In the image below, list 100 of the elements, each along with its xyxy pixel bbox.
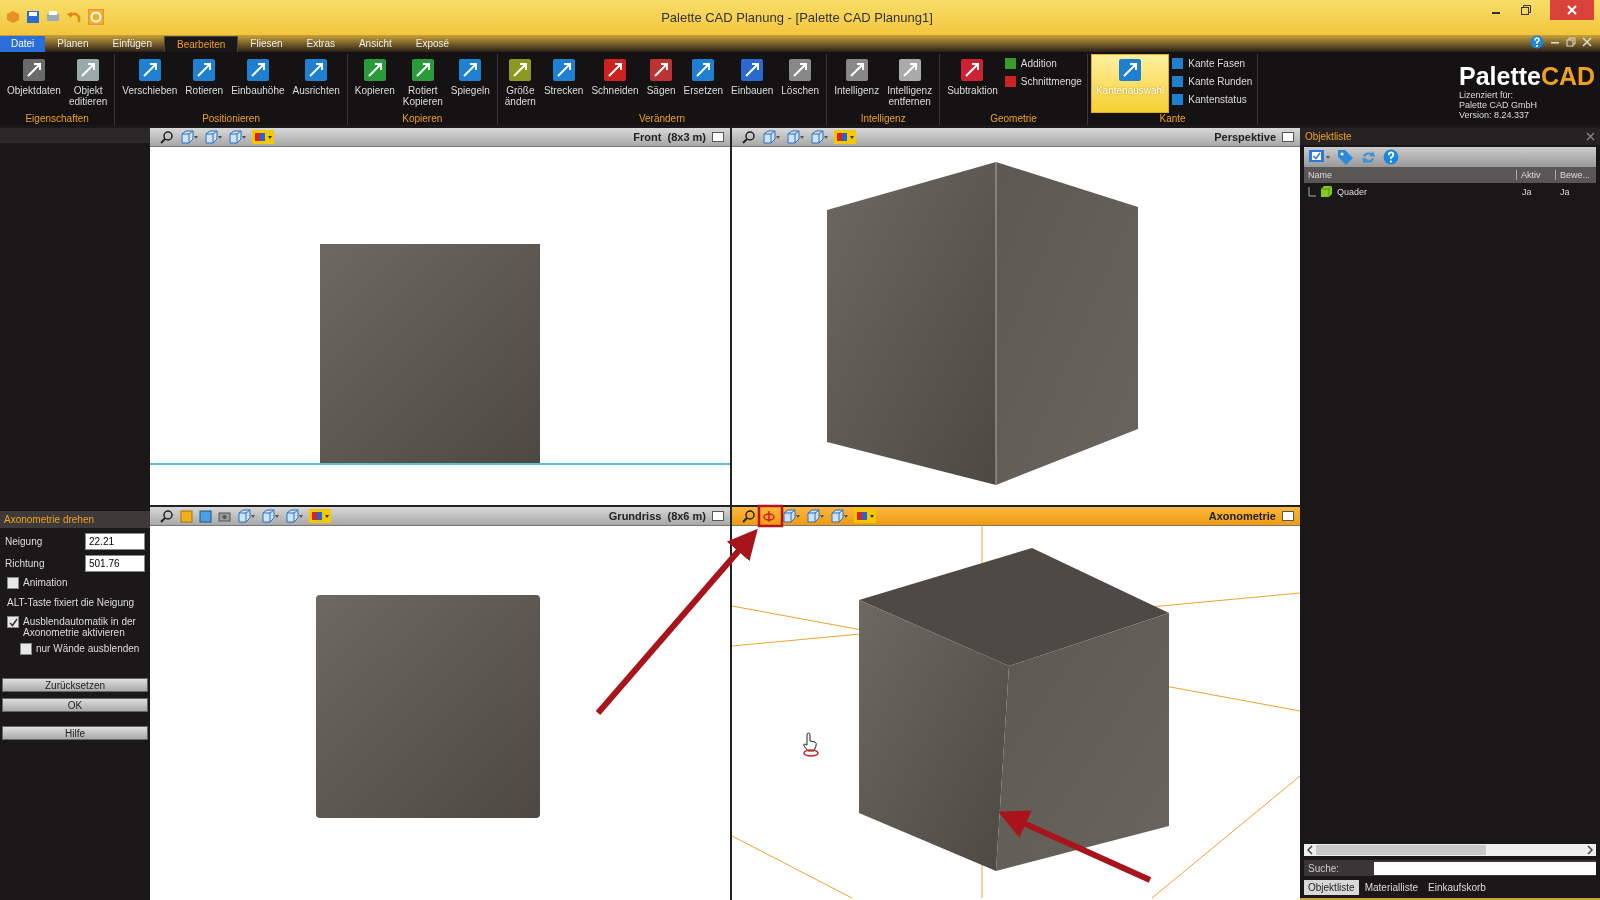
restore-icon[interactable]	[1520, 4, 1532, 16]
panel-tab[interactable]: Einkaufskorb	[1424, 880, 1490, 895]
ribbon-button[interactable]: Einbauhöhe	[227, 53, 289, 113]
ribbon-button[interactable]: Schnittmenge	[1001, 73, 1084, 89]
refresh-icon[interactable]	[88, 9, 104, 26]
panel-tab[interactable]: Materialliste	[1360, 880, 1423, 895]
ribbon-button[interactable]: Einbauen	[727, 53, 778, 113]
checkbox[interactable]	[7, 577, 19, 589]
close-button[interactable]	[1550, 0, 1594, 20]
ribbon-tab[interactable]: Extras	[294, 35, 347, 52]
ribbon-button[interactable]: Kante Fasen	[1169, 55, 1255, 71]
ribbon-button[interactable]: Kantenstatus	[1169, 91, 1255, 107]
ribbon-button[interactable]: Objekt editieren	[64, 53, 112, 113]
cube-icon[interactable]	[830, 509, 848, 523]
cube-icon[interactable]	[810, 130, 828, 144]
cube-icon[interactable]	[237, 509, 255, 523]
cube-icon[interactable]	[786, 130, 804, 144]
colored-cube-icon[interactable]	[309, 509, 331, 523]
ribbon-button[interactable]: Intelligenz entfernen	[883, 53, 937, 113]
dialog-button[interactable]: Zurücksetzen	[2, 678, 148, 692]
ribbon-button[interactable]: Rotiert Kopieren	[398, 53, 447, 113]
ribbon-button[interactable]: Objektdaten	[3, 53, 65, 113]
group-label: Geometrie	[989, 113, 1038, 125]
cube-icon[interactable]	[204, 130, 222, 144]
ribbon-button[interactable]: Kante Runden	[1169, 73, 1255, 89]
zoom-icon[interactable]	[742, 509, 756, 523]
ribbon-tab[interactable]: Einfügen	[100, 35, 164, 52]
cube-icon	[1320, 185, 1333, 198]
ribbon-button[interactable]: Spiegeln	[446, 53, 494, 113]
maximize-icon[interactable]	[1282, 132, 1294, 142]
horizontal-scrollbar[interactable]	[1304, 844, 1596, 856]
ribbon-tab[interactable]: Fliesen	[238, 35, 295, 52]
search-field[interactable]	[1374, 861, 1596, 875]
ribbon-tab[interactable]: Ansicht	[346, 35, 404, 52]
ribbon-button[interactable]: Ersetzen	[679, 53, 728, 113]
cube-icon[interactable]	[261, 509, 279, 523]
help-icon[interactable]	[1530, 34, 1544, 49]
ribbon-button[interactable]: Intelligenz	[830, 53, 884, 113]
ribbon-button[interactable]: Verschieben	[118, 53, 182, 113]
square-icon	[1171, 92, 1185, 106]
square-icon	[1003, 74, 1017, 88]
ribbon-button[interactable]: Subtraktion	[943, 53, 1002, 113]
ribbon-button[interactable]: Strecken	[539, 53, 588, 113]
dialog-button[interactable]: Hilfe	[2, 726, 148, 740]
ribbon-button[interactable]: Addition	[1001, 55, 1084, 71]
ribbon-tab[interactable]: Datei	[0, 35, 46, 52]
ribbon-button[interactable]: Sägen	[642, 53, 680, 113]
group-label: Positionieren	[201, 113, 261, 125]
scroll-left-icon[interactable]	[1304, 844, 1316, 856]
cube-icon[interactable]	[180, 130, 198, 144]
ribbon-tab[interactable]: Exposé	[403, 35, 462, 52]
input-field[interactable]: 22.21	[85, 533, 145, 550]
maximize-icon[interactable]	[712, 511, 724, 521]
rotate-view-icon[interactable]	[762, 509, 776, 523]
column-header[interactable]: Name	[1304, 170, 1516, 180]
camera-icon[interactable]	[218, 509, 231, 523]
cube-icon[interactable]	[285, 509, 303, 523]
square-icon	[1171, 56, 1185, 70]
ribbon-button[interactable]: Schneiden	[587, 53, 643, 113]
ribbon-button[interactable]: Rotieren	[181, 53, 228, 113]
save-icon[interactable]	[26, 10, 40, 25]
cube-icon[interactable]	[782, 509, 800, 523]
zoom-icon[interactable]	[160, 130, 174, 144]
zoom-icon[interactable]	[742, 130, 756, 144]
close-icon[interactable]	[1586, 132, 1595, 141]
scroll-right-icon[interactable]	[1584, 844, 1596, 856]
ribbon-button[interactable]: Ausrichten	[288, 53, 344, 113]
cube-icon[interactable]	[228, 130, 246, 144]
checkbox[interactable]	[20, 643, 32, 655]
group-label: Kante	[1158, 113, 1187, 125]
table-cell-text: Ja	[1521, 186, 1533, 197]
panel-title: Axonometrie drehen	[0, 511, 150, 528]
column-header[interactable]: Bewe...	[1555, 170, 1596, 180]
tag-icon[interactable]	[1337, 148, 1354, 166]
table-cell[interactable]: Quader	[1337, 186, 1368, 197]
cube-icon[interactable]	[806, 509, 824, 523]
license-text: Lizenziert für:	[1459, 89, 1515, 100]
maximize-icon[interactable]	[712, 132, 724, 142]
checkbox-dropdown-icon[interactable]	[1309, 149, 1331, 165]
ribbon-button[interactable]: Größe ändern	[500, 53, 540, 113]
cube-icon[interactable]	[762, 130, 780, 144]
restore-icon[interactable]	[1566, 36, 1576, 47]
colored-cube-icon[interactable]	[854, 509, 876, 523]
colored-cube-icon[interactable]	[834, 130, 856, 144]
ribbon-button[interactable]: Löschen	[777, 53, 824, 113]
group-label: Intelligenz	[859, 113, 907, 125]
maximize-icon[interactable]	[1282, 511, 1294, 521]
ribbon-tab[interactable]: Bearbeiten	[164, 35, 239, 52]
panel-tab[interactable]: Objektliste	[1304, 880, 1359, 895]
input-field[interactable]: 501.76	[85, 555, 145, 572]
ribbon-tab[interactable]: Planen	[45, 35, 101, 52]
license-text: Version: 8.24.337	[1459, 109, 1531, 120]
group-label: Kopieren	[401, 113, 444, 125]
ribbon-button[interactable]: Kopieren	[350, 53, 399, 113]
column-header[interactable]: Aktiv	[1516, 170, 1555, 180]
colored-cube-icon[interactable]	[252, 130, 274, 144]
tree-line-icon	[1308, 186, 1316, 197]
dialog-button[interactable]: OK	[2, 698, 148, 712]
checkbox[interactable]	[7, 616, 19, 628]
zoom-icon[interactable]	[160, 509, 174, 523]
